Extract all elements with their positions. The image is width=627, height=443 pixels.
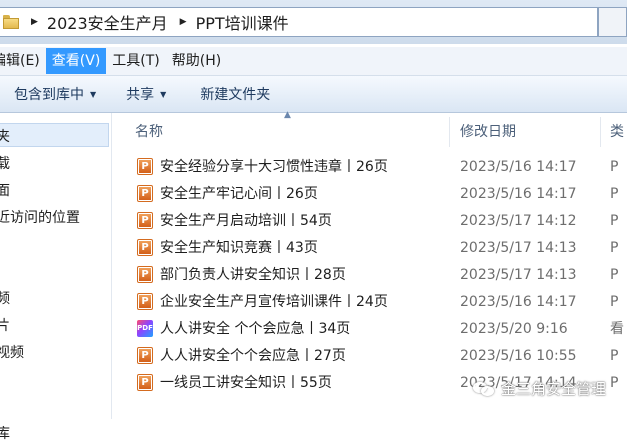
file-name[interactable]: 企业安全生产月宣传培训课件丨24页 (160, 290, 388, 314)
file-row[interactable]: P 安全生产知识竞赛丨43页 2023/5/17 14:13 P (132, 236, 627, 260)
breadcrumb-separator-icon[interactable]: ▶ (31, 17, 38, 27)
command-toolbar: 包含到库中 ▼ 共享 ▼ 新建文件夹 (0, 76, 627, 113)
file-type: P (610, 240, 619, 256)
wechat-icon (473, 380, 495, 398)
column-header-name[interactable]: 名称 (135, 121, 163, 141)
file-row[interactable]: P 安全经验分享十大习惯性违章丨26页 2023/5/16 14:17 P (132, 155, 627, 179)
file-row[interactable]: P 安全生产月启动培训丨54页 2023/5/17 14:12 P (132, 209, 627, 233)
column-header-type[interactable]: 类 (610, 121, 624, 141)
file-name[interactable]: 部门负责人讲安全知识丨28页 (160, 263, 346, 287)
nav-item-desktop[interactable]: 面 (0, 180, 10, 200)
menu-bar: 编辑(E) 查看(V) 工具(T) 帮助(H) (0, 47, 627, 76)
share-label: 共享 (126, 87, 155, 103)
column-divider[interactable] (449, 117, 450, 147)
ppt-file-icon: P (137, 158, 153, 175)
menu-help[interactable]: 帮助(H) (166, 48, 227, 74)
file-name[interactable]: 人人讲安全 个个会应急丨34页 (160, 317, 350, 341)
ppt-file-icon: P (137, 266, 153, 283)
pdf-file-icon: PDF (137, 320, 153, 337)
chevron-down-icon: ▼ (160, 89, 167, 99)
watermark-text: 金三角安全管理 (501, 380, 607, 398)
share-button[interactable]: 共享 ▼ (126, 84, 166, 104)
ppt-file-icon: P (137, 293, 153, 310)
ppt-file-icon: P (137, 347, 153, 364)
file-type: P (610, 159, 619, 175)
breadcrumb-item[interactable]: 2023安全生产月 (47, 10, 168, 34)
nav-item-videos[interactable]: 视频 (0, 342, 24, 362)
ppt-file-icon: P (137, 185, 153, 202)
file-name[interactable]: 安全生产牢记心间丨26页 (160, 182, 318, 206)
file-modified-date: 2023/5/17 14:13 (460, 267, 577, 283)
file-type: P (610, 213, 619, 229)
menu-view[interactable]: 查看(V) (45, 48, 107, 74)
nav-item-pictures[interactable]: 片 (0, 315, 10, 335)
address-box[interactable]: ▶ 2023安全生产月 ▶ PPT培训课件 (0, 7, 598, 37)
file-row[interactable]: P 企业安全生产月宣传培训课件丨24页 2023/5/16 14:17 P (132, 290, 627, 314)
file-modified-date: 2023/5/16 10:55 (460, 348, 577, 364)
menu-tools[interactable]: 工具(T) (106, 48, 165, 74)
nav-item-recent-places[interactable]: 近访问的位置 (0, 207, 80, 227)
folder-icon (3, 15, 19, 29)
file-modified-date: 2023/5/16 14:17 (460, 294, 577, 310)
new-folder-label: 新建文件夹 (200, 87, 271, 103)
ppt-file-icon: P (137, 212, 153, 229)
refresh-button[interactable] (598, 7, 627, 37)
file-modified-date: 2023/5/16 14:17 (460, 186, 577, 202)
breadcrumb-separator-icon[interactable]: ▶ (180, 17, 187, 27)
file-type: P (610, 348, 619, 364)
file-list[interactable]: ▲ 名称 修改日期 类 P 安全经验分享十大习惯性违章丨26页 2023/5/16 … (112, 110, 627, 419)
chevron-down-icon: ▼ (90, 89, 97, 99)
nav-selected-highlight (0, 123, 109, 147)
file-type: P (610, 186, 619, 202)
ppt-file-icon: P (137, 239, 153, 256)
file-type: 看 (610, 321, 624, 337)
navigation-pane[interactable]: 夹 载 面 近访问的位置 频 片 视频 库 (0, 113, 112, 442)
file-name[interactable]: 安全经验分享十大习惯性违章丨26页 (160, 155, 388, 179)
file-row[interactable]: P 人人讲安全个个会应急丨27页 2023/5/16 10:55 P (132, 344, 627, 368)
new-folder-button[interactable]: 新建文件夹 (200, 84, 270, 104)
file-row[interactable]: P 部门负责人讲安全知识丨28页 2023/5/17 14:13 P (132, 263, 627, 287)
sort-ascending-icon: ▲ (284, 110, 291, 120)
file-name[interactable]: 人人讲安全个个会应急丨27页 (160, 344, 346, 368)
breadcrumb-item[interactable]: PPT培训课件 (196, 10, 289, 34)
file-name[interactable]: 安全生产知识竞赛丨43页 (160, 236, 318, 260)
column-divider[interactable] (600, 117, 601, 147)
file-type: P (610, 294, 619, 310)
include-in-library-label: 包含到库中 (14, 87, 84, 103)
include-in-library-button[interactable]: 包含到库中 ▼ (14, 84, 96, 104)
ppt-file-icon: P (137, 374, 153, 391)
file-row[interactable]: P 安全生产牢记心间丨26页 2023/5/16 14:17 P (132, 182, 627, 206)
file-type: P (610, 375, 619, 391)
address-bar: ▶ 2023安全生产月 ▶ PPT培训课件 (0, 0, 627, 44)
file-modified-date: 2023/5/20 9:16 (460, 321, 568, 337)
nav-item-library[interactable]: 库 (0, 423, 10, 443)
file-name[interactable]: 一线员工讲安全知识丨55页 (160, 371, 332, 395)
nav-item-favorites[interactable]: 夹 (0, 126, 10, 146)
nav-item-videos-lib[interactable]: 频 (0, 288, 10, 308)
file-type: P (610, 267, 619, 283)
column-header-date[interactable]: 修改日期 (460, 121, 516, 141)
file-modified-date: 2023/5/16 14:17 (460, 159, 577, 175)
file-row[interactable]: PDF 人人讲安全 个个会应急丨34页 2023/5/20 9:16 看 (132, 317, 627, 341)
file-modified-date: 2023/5/17 14:12 (460, 213, 577, 229)
watermark: 金三角安全管理 (473, 378, 606, 399)
menu-edit[interactable]: 编辑(E) (0, 48, 46, 74)
nav-item-downloads[interactable]: 载 (0, 153, 10, 173)
file-modified-date: 2023/5/17 14:13 (460, 240, 577, 256)
file-name[interactable]: 安全生产月启动培训丨54页 (160, 209, 332, 233)
